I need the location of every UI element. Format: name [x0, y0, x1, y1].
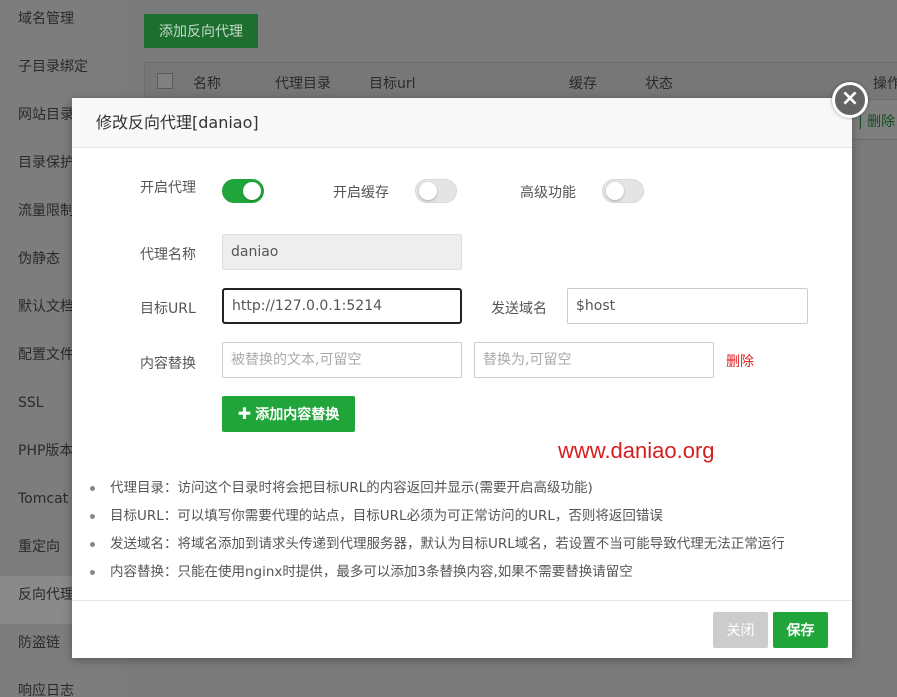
enable-proxy-label: 开启代理: [140, 180, 196, 196]
close-button[interactable]: 关闭: [713, 612, 768, 648]
sidebar-item-subdir[interactable]: 子目录绑定: [0, 48, 126, 96]
note-text: 内容替换：只能在使用nginx时提供，最多可以添加3条替换内容,如果不需要替换请…: [110, 564, 633, 580]
note-item: 目标URL：可以填写你需要代理的站点，目标URL必须为可正常访问的URL，否则将…: [90, 504, 850, 532]
note-item: 内容替换：只能在使用nginx时提供，最多可以添加3条替换内容,如果不需要替换请…: [90, 560, 850, 588]
proxy-name-label: 代理名称: [140, 247, 196, 263]
note-item: 发送域名：将域名添加到请求头传递到代理服务器，默认为目标URL域名，若设置不当可…: [90, 532, 850, 560]
column-cache: 缓存: [569, 76, 597, 92]
bullet-icon: [90, 514, 95, 519]
note-item: 代理目录：访问这个目录时将会把目标URL的内容返回并显示(需要开启高级功能): [90, 476, 850, 504]
dialog-footer: 关闭 保存: [72, 600, 852, 658]
save-button[interactable]: 保存: [773, 612, 828, 648]
column-target-url: 目标url: [369, 76, 416, 92]
edit-proxy-dialog: 修改反向代理[daniao] × 开启代理 开启缓存 高级功能 代理名称 目标U…: [72, 82, 868, 658]
column-status: 状态: [645, 76, 673, 92]
bullet-icon: [90, 570, 95, 575]
note-text: 代理目录：访问这个目录时将会把目标URL的内容返回并显示(需要开启高级功能): [110, 480, 593, 496]
table-header: 名称 代理目录 目标url 缓存 状态 操作: [144, 62, 897, 100]
send-domain-input[interactable]: [567, 288, 808, 324]
row-delete-link[interactable]: | 删除: [858, 111, 895, 131]
add-reverse-proxy-button[interactable]: 添加反向代理: [144, 14, 258, 48]
watermark-text: www.daniao.org: [558, 438, 715, 463]
proxy-name-input[interactable]: [222, 234, 462, 270]
send-domain-label: 发送域名: [491, 301, 547, 317]
advanced-label: 高级功能: [520, 185, 576, 201]
note-text: 发送域名：将域名添加到请求头传递到代理服务器，默认为目标URL域名，若设置不当可…: [110, 536, 785, 552]
content-replace-label: 内容替换: [140, 356, 196, 372]
enable-proxy-toggle[interactable]: [222, 179, 264, 203]
delete-replace-link[interactable]: 删除: [726, 351, 754, 371]
replace-to-input[interactable]: [474, 342, 714, 378]
toggle-knob: [606, 182, 624, 200]
sidebar-item-domain[interactable]: 域名管理: [0, 0, 126, 48]
bullet-icon: [90, 542, 95, 547]
column-proxy-dir: 代理目录: [275, 76, 331, 92]
help-notes: 代理目录：访问这个目录时将会把目标URL的内容返回并显示(需要开启高级功能) 目…: [90, 476, 850, 588]
column-actions: 操作: [873, 76, 897, 92]
replace-from-input[interactable]: [222, 342, 462, 378]
dialog-title: 修改反向代理[daniao]: [72, 98, 852, 148]
target-url-label: 目标URL: [140, 301, 196, 317]
close-icon[interactable]: ×: [832, 82, 868, 118]
toggle-knob: [419, 182, 437, 200]
add-content-replace-label: 添加内容替换: [255, 407, 340, 423]
advanced-toggle[interactable]: [602, 179, 644, 203]
toggle-knob: [243, 182, 261, 200]
target-url-input[interactable]: [222, 288, 462, 324]
enable-cache-toggle[interactable]: [415, 179, 457, 203]
note-text: 目标URL：可以填写你需要代理的站点，目标URL必须为可正常访问的URL，否则将…: [110, 508, 663, 524]
plus-icon: ✚: [237, 404, 252, 423]
bullet-icon: [90, 486, 95, 491]
add-content-replace-button[interactable]: ✚ 添加内容替换: [222, 396, 355, 432]
select-all-checkbox[interactable]: [157, 73, 173, 89]
enable-cache-label: 开启缓存: [333, 185, 389, 201]
column-name: 名称: [193, 76, 221, 92]
sidebar-item-response-log[interactable]: 响应日志: [0, 672, 126, 697]
